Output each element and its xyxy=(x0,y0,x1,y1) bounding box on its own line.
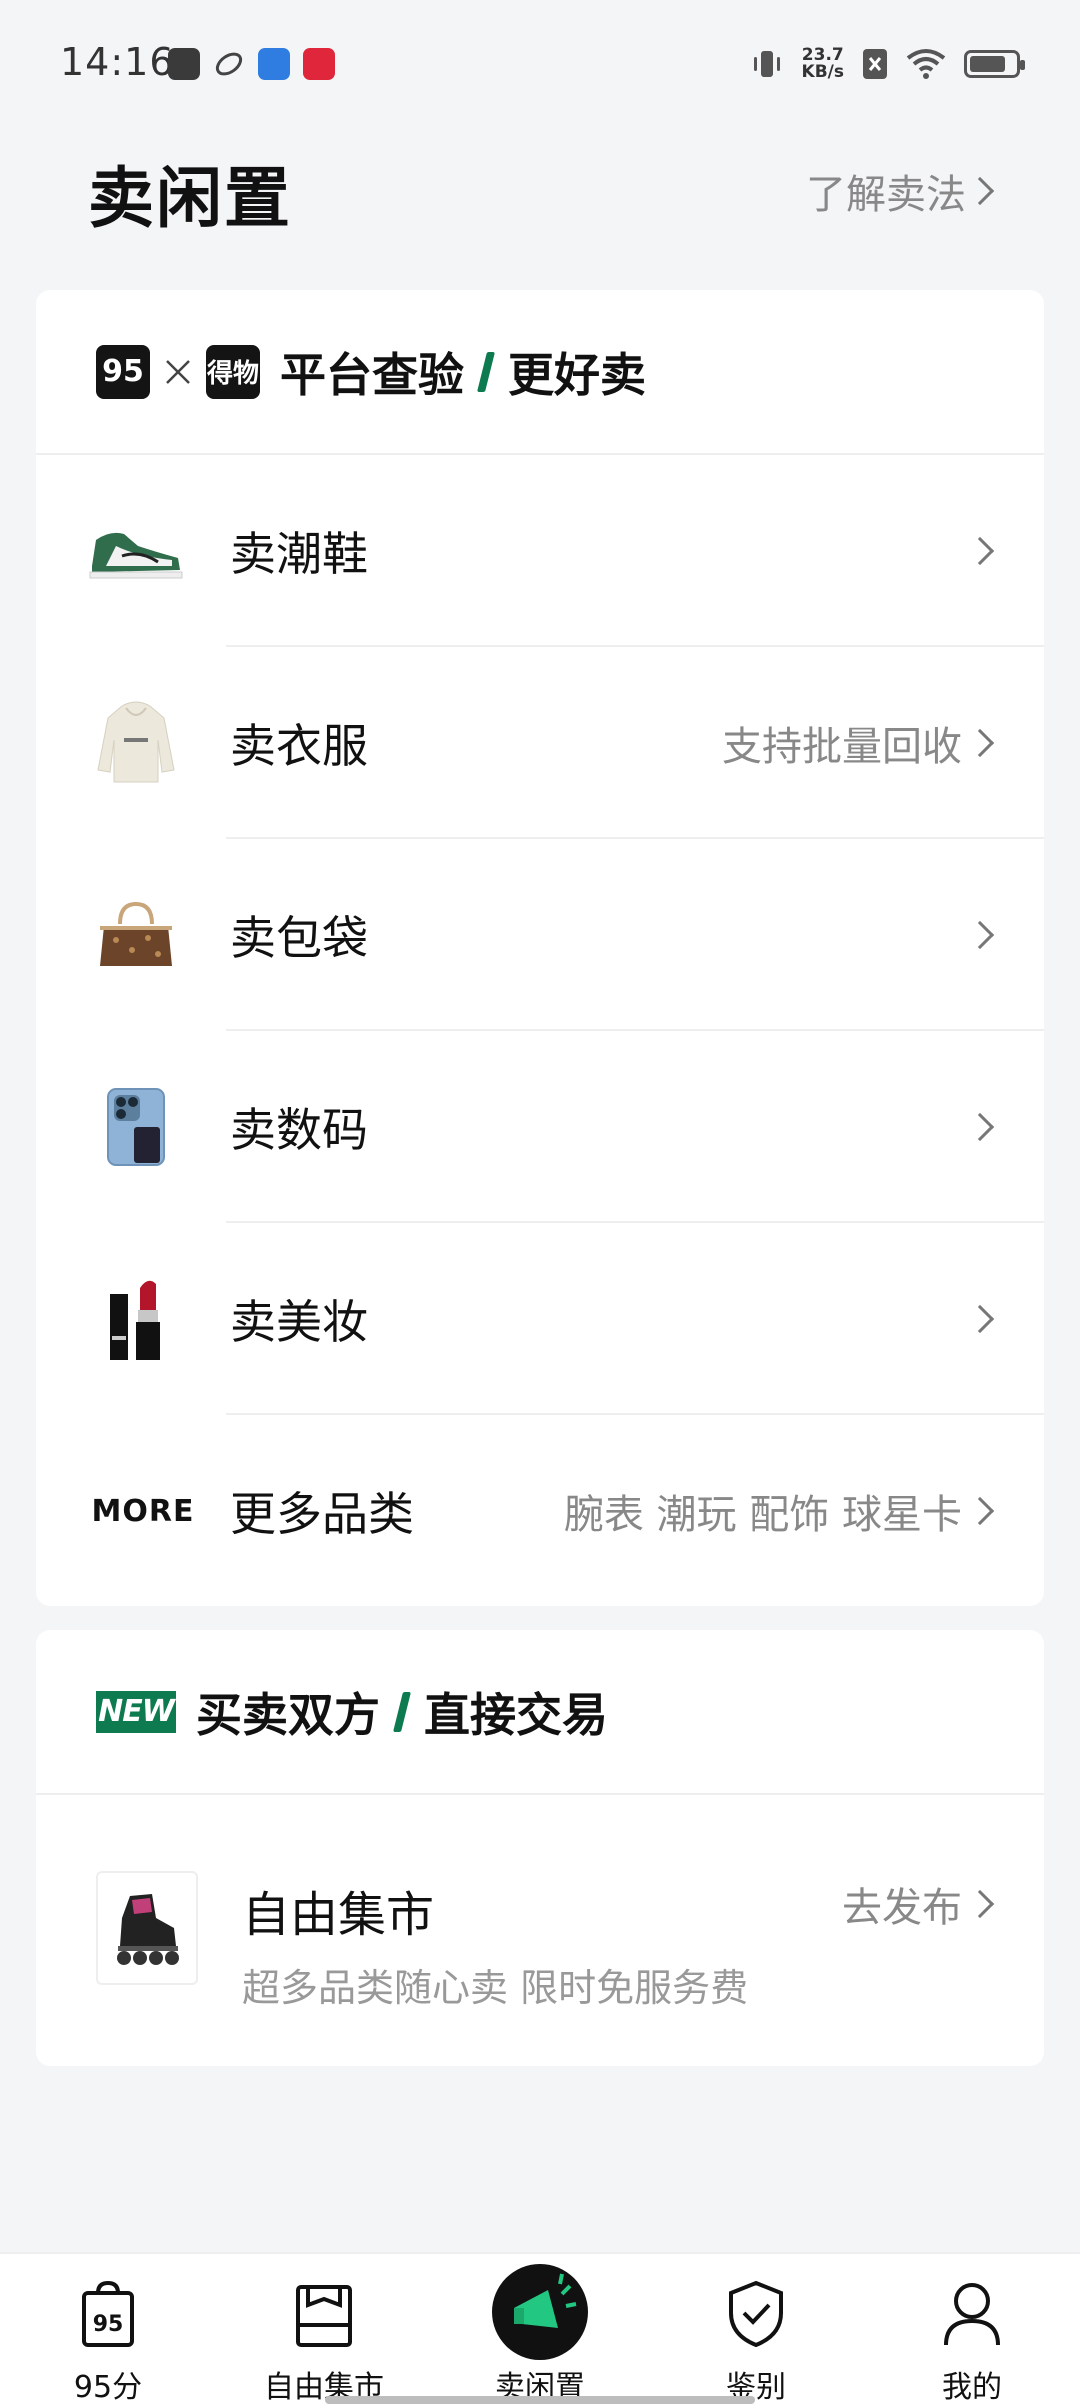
heading-right: 更好卖 xyxy=(508,347,646,402)
row-right xyxy=(962,920,995,950)
home-indicator[interactable] xyxy=(325,2396,755,2404)
svg-text:95: 95 xyxy=(93,2312,124,2337)
market-subtitle: 超多品类随心卖 限时免服务费 xyxy=(242,1966,749,2010)
rollerskate-icon xyxy=(96,1871,198,1985)
cross-icon xyxy=(150,345,206,399)
wifi-icon xyxy=(906,49,946,79)
logo-dewu: 得物 xyxy=(206,344,260,399)
sell-makeup-row[interactable]: 卖美妆 xyxy=(36,1223,1044,1415)
chevron-right-icon xyxy=(965,920,995,950)
status-bar: 14:16 23.7 KB/s xyxy=(0,0,1080,125)
row-right xyxy=(962,1304,995,1334)
megaphone-icon xyxy=(492,2264,588,2360)
slash-icon xyxy=(477,351,495,392)
handbag-icon xyxy=(86,885,186,985)
shield-check-icon xyxy=(718,2276,794,2352)
chevron-right-icon xyxy=(965,1304,995,1334)
red-app-icon xyxy=(303,48,335,80)
sell-bags-row[interactable]: 卖包袋 xyxy=(36,839,1044,1031)
direct-card-heading: 买卖双方 直接交易 xyxy=(196,1679,608,1745)
row-label: 卖潮鞋 xyxy=(230,527,368,581)
status-time: 14:16 xyxy=(60,40,175,84)
row-right xyxy=(962,1112,995,1142)
tab-free-market[interactable]: 自由集市 xyxy=(216,2254,432,2408)
free-market-row[interactable]: 自由集市 超多品类随心卖 限时免服务费 去发布 xyxy=(36,1795,1044,2065)
platform-sell-card: 95 得物 平台查验 更好卖 卖潮鞋 卖衣服 支持批量回收 卖包袋 卖数码 卖美… xyxy=(36,290,1044,1606)
lipstick-icon xyxy=(86,1269,186,1369)
hoodie-icon xyxy=(86,693,186,793)
tab-label: 95分 xyxy=(73,2370,143,2405)
vibrate-icon xyxy=(753,51,780,77)
row-label: 卖美妆 xyxy=(230,1295,368,1349)
rugby-app-icon xyxy=(213,48,245,80)
phone-icon xyxy=(86,1077,186,1177)
row-right xyxy=(962,536,995,566)
row-right: 支持批量回收 xyxy=(722,714,995,772)
more-categories-text: 腕表 潮玩 配饰 球星卡 xyxy=(563,1492,962,1538)
bottom-nav: 95 95分 自由集市 卖闲置 鉴别 我的 xyxy=(0,2252,1080,2408)
tab-label: 我的 xyxy=(942,2370,1002,2405)
platform-card-heading: 平台查验 更好卖 xyxy=(280,339,646,405)
mail-app-icon xyxy=(168,48,200,80)
chevron-right-icon xyxy=(965,536,995,566)
row-right: 腕表 潮玩 配饰 球星卡 xyxy=(563,1482,995,1540)
row-label: 更多品类 xyxy=(230,1487,414,1541)
net-speed: 23.7 KB/s xyxy=(802,47,844,81)
tab-mine[interactable]: 我的 xyxy=(864,2254,1080,2408)
page: 14:16 23.7 KB/s 卖闲置 了解卖法 95 得物 平台查验 更好卖 … xyxy=(0,0,1080,2408)
direct-trade-card: NEW 买卖双方 直接交易 自由集市 超多品类随心卖 限时免服务费 去发布 xyxy=(36,1630,1044,2066)
learn-selling-label: 了解卖法 xyxy=(806,172,966,218)
publish-label: 去发布 xyxy=(842,1885,962,1931)
sell-sneakers-row[interactable]: 卖潮鞋 xyxy=(36,455,1044,647)
more-categories-row[interactable]: MORE 更多品类 腕表 潮玩 配饰 球星卡 xyxy=(36,1415,1044,1607)
more-badge: MORE xyxy=(88,1461,198,1561)
user-icon xyxy=(934,2276,1010,2352)
row-label: 卖包袋 xyxy=(230,911,368,965)
tab-95fen[interactable]: 95 95分 xyxy=(0,2254,216,2408)
chevron-right-icon xyxy=(965,1112,995,1142)
direct-card-header: NEW 买卖双方 直接交易 xyxy=(36,1630,1044,1795)
status-right: 23.7 KB/s xyxy=(750,42,1025,86)
tab-sell-idle[interactable]: 卖闲置 xyxy=(432,2254,648,2408)
platform-card-header: 95 得物 平台查验 更好卖 xyxy=(36,290,1044,455)
chevron-right-icon xyxy=(965,1496,995,1526)
logo-95: 95 xyxy=(96,344,150,399)
chevron-right-icon xyxy=(965,728,995,758)
market-bag-icon xyxy=(286,2276,362,2352)
tab-authenticate[interactable]: 鉴别 xyxy=(648,2254,864,2408)
batch-recycle-text: 支持批量回收 xyxy=(722,724,962,770)
heading-left: 买卖双方 xyxy=(196,1687,380,1742)
chevron-right-icon xyxy=(965,176,995,206)
no-sim-icon xyxy=(863,49,887,79)
row-label: 卖衣服 xyxy=(230,719,368,773)
sell-digital-row[interactable]: 卖数码 xyxy=(36,1031,1044,1223)
net-speed-unit: KB/s xyxy=(801,62,844,82)
chevron-right-icon xyxy=(965,1889,995,1919)
more-badge-text: MORE xyxy=(91,1493,195,1529)
new-badge: NEW xyxy=(96,1690,176,1733)
page-title: 卖闲置 xyxy=(88,160,292,237)
sneaker-icon xyxy=(86,501,186,601)
publish-link[interactable]: 去发布 xyxy=(842,1875,995,1933)
heading-left: 平台查验 xyxy=(280,347,464,402)
cloud-app-icon xyxy=(258,48,290,80)
market-title: 自由集市 xyxy=(242,1887,435,1943)
row-label: 卖数码 xyxy=(230,1103,368,1157)
battery-icon xyxy=(964,50,1025,78)
sell-clothes-row[interactable]: 卖衣服 支持批量回收 xyxy=(36,647,1044,839)
shopping-bag-icon: 95 xyxy=(70,2276,146,2352)
heading-right: 直接交易 xyxy=(424,1687,608,1742)
learn-selling-link[interactable]: 了解卖法 xyxy=(806,162,995,220)
slash-icon xyxy=(393,1691,411,1732)
